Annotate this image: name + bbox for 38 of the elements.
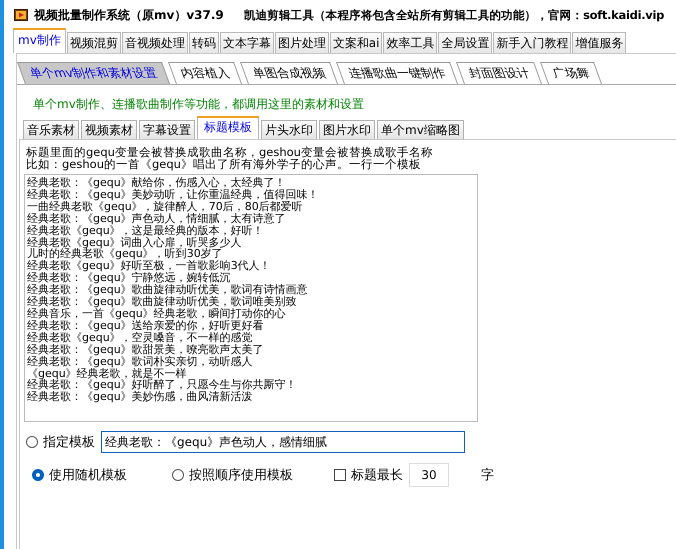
sub-tab[interactable]: 连播歌曲一键制作 — [336, 62, 458, 84]
settings-tab[interactable]: 标题模板 — [197, 116, 259, 139]
order-radio[interactable]: 使用随机模板 — [32, 466, 172, 484]
main-tab[interactable]: 文本字幕 — [220, 32, 274, 53]
max-length-input[interactable]: 30 — [409, 463, 449, 487]
unit-text: 字 — [481, 467, 494, 484]
window-subtitle: 凯迪剪辑工具（本程序将包含全站所有剪辑工具的功能），官网：soft.kaidi.vip — [244, 8, 664, 22]
window-title: 视频批量制作系统（原mv）v37.9 — [34, 6, 224, 24]
settings-tab[interactable]: 单个mv缩略图 — [377, 120, 464, 139]
sub-tab[interactable]: 内容植入 — [168, 62, 242, 84]
description-text: 比如：geshou的一首《gequ》唱出了所有海外学子的心声。一行一个模板 — [26, 158, 421, 170]
main-tab[interactable]: 增值服务 — [572, 32, 626, 53]
fixed-template-radio[interactable]: 指定模板 — [26, 433, 95, 451]
template-textarea[interactable]: 经典老歌：《gequ》献给你，伤感入心，太经典了！ 经典老歌：《gequ》美妙动听，让你重温经典，值得回味！ 一曲经典老歌《gequ》，旋律醉人，70后，80后都爱听 经典老歌：《gequ》声色动人，情细腻，太有诗意了 经典老歌《gequ》，这是最经典的版本，好听！ 经典老歌《gequ》词曲入心扉，听哭多少人 儿时的经典老歌《gequ》，听到30岁了 经典老歌《gequ》好听至极，一首歌影响3代人！ 经典老歌：《gequ》宁静悠远，婉转低沉 经典老歌：《gequ》歌曲旋律动听优美，歌词有诗情画意 经典老歌：《gequ》歌曲旋律动听优美，歌词唯美别致 经典音乐，一首《gequ》经典老歌，瞬间打动你的心 经典老歌：《gequ》送给亲爱的你，好听更好看 经典老歌《gequ》，空灵嗓音，不一样的感觉 经典老歌：《gequ》歌甜景美，嘹亮歌声太美了 经典老歌：《gequ》歌词朴实亲切，动听感人 《gequ》经典老歌，就是不一样 经典老歌：《gequ》好听醉了，只愿今生与你共厮守！ 经典老歌：《gequ》美妙伤感，曲风清新活泼 — [24, 174, 478, 422]
settings-tab[interactable]: 字幕设置 — [139, 120, 195, 139]
main-tab[interactable]: 转码 — [188, 32, 219, 53]
main-tab[interactable]: 视频混剪 — [66, 32, 121, 53]
order-radio[interactable]: 按照顺序使用模板 — [172, 466, 334, 484]
main-tab[interactable]: 新手入门教程 — [493, 32, 572, 53]
notice-text: 单个mv制作、连播歌曲制作等功能，都调用这里的素材和设置 — [32, 96, 365, 113]
main-tab[interactable]: 全局设置 — [438, 32, 492, 53]
main-tab[interactable]: 效率工具 — [383, 32, 438, 53]
film-icon — [14, 8, 28, 22]
max-length-checkbox[interactable]: 标题最长 — [334, 466, 403, 484]
main-tab[interactable]: 文案和ai — [330, 32, 382, 53]
sub-tab[interactable]: 广场舞 — [540, 62, 602, 84]
main-tab[interactable]: 音视频处理 — [122, 32, 188, 53]
settings-tab[interactable]: 片头水印 — [261, 120, 317, 139]
main-tab[interactable]: mv制作 — [13, 28, 66, 53]
description-text: 标题里面的gequ变量会被替换成歌曲名称，geshou变量会被替换成歌手名称 — [26, 146, 434, 158]
sub-tab[interactable]: 单图合成视频 — [240, 62, 338, 84]
template-input[interactable]: 经典老歌：《gequ》声色动人，感情细腻 — [101, 431, 465, 453]
settings-tab[interactable]: 音乐素材 — [23, 120, 79, 139]
main-tab[interactable]: 图片处理 — [274, 32, 329, 53]
sub-tab[interactable]: 封面图设计 — [456, 62, 542, 84]
sub-tab[interactable]: 单个mv制作和素材设置 — [17, 62, 170, 84]
settings-tab[interactable]: 图片水印 — [319, 120, 375, 139]
settings-tab[interactable]: 视频素材 — [81, 120, 137, 139]
